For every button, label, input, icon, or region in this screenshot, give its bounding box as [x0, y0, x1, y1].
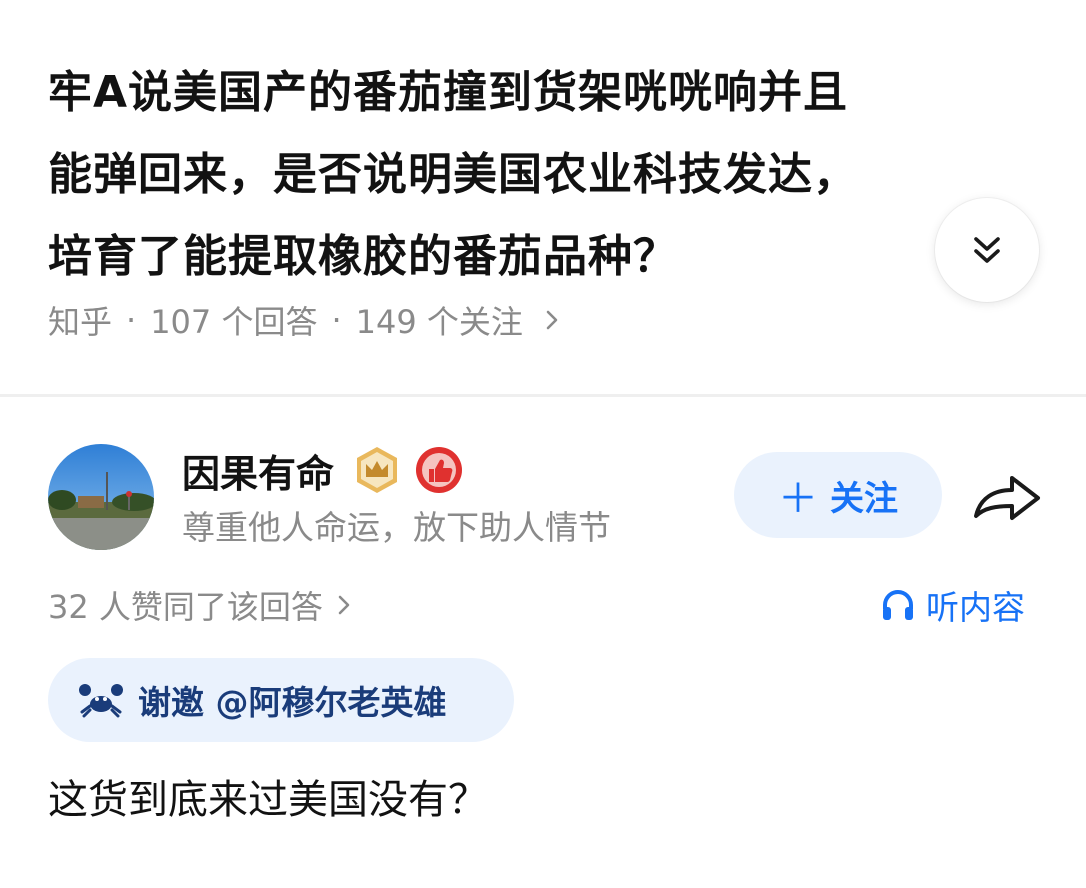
- question-title[interactable]: 牢A说美国产的番茄撞到货架咣咣响并且 能弹回来，是否说明美国农业科技发达， 培育…: [48, 52, 988, 298]
- plus-icon: ＋: [778, 476, 818, 522]
- answers-count: 107 个回答: [150, 303, 318, 341]
- chevron-right-icon: [337, 593, 351, 617]
- invite-tag[interactable]: 谢邀 @阿穆尔老英雄: [48, 658, 514, 742]
- question-title-line: 培育了能提取橡胶的番茄品种？: [48, 231, 678, 282]
- answer-content: 这货到底来过美国没有？: [48, 777, 488, 823]
- author-name-row[interactable]: 因果有命: [182, 442, 464, 498]
- likes-summary[interactable]: 32 人赞同了该回答: [48, 578, 351, 632]
- question-title-line: 能弹回来，是否说明美国农业科技发达，: [48, 149, 858, 200]
- chevron-right-icon: [545, 308, 559, 332]
- listen-button[interactable]: 听内容: [880, 578, 1025, 632]
- invite-text: 谢邀 @阿穆尔老英雄: [138, 683, 447, 722]
- author-name: 因果有命: [182, 451, 335, 496]
- share-arrow-icon[interactable]: [970, 466, 1044, 526]
- source-label: 知乎: [48, 303, 113, 341]
- thumb-up-badge-icon: [414, 445, 464, 495]
- question-meta[interactable]: 知乎 · 107 个回答 · 149 个关注: [48, 294, 559, 346]
- expand-question-button[interactable]: [935, 198, 1039, 302]
- separator-dot: ·: [126, 301, 137, 339]
- crab-icon: [78, 682, 124, 718]
- crown-badge-icon: [352, 445, 402, 495]
- follow-label: 关注: [830, 478, 898, 519]
- section-divider: [0, 394, 1086, 397]
- question-title-line: 牢A说美国产的番茄撞到货架咣咣响并且: [48, 67, 849, 118]
- author-avatar[interactable]: [48, 444, 154, 550]
- likes-text: 32 人赞同了该回答: [48, 588, 323, 626]
- separator-dot: ·: [331, 301, 342, 339]
- author-bio: 尊重他人命运，放下助人情节: [182, 508, 611, 547]
- follow-button[interactable]: ＋ 关注: [734, 452, 942, 538]
- headphones-icon: [883, 590, 913, 620]
- listen-label: 听内容: [926, 588, 1025, 627]
- followers-count: 149 个关注: [355, 303, 523, 341]
- chevron-double-down-icon: [974, 237, 1000, 263]
